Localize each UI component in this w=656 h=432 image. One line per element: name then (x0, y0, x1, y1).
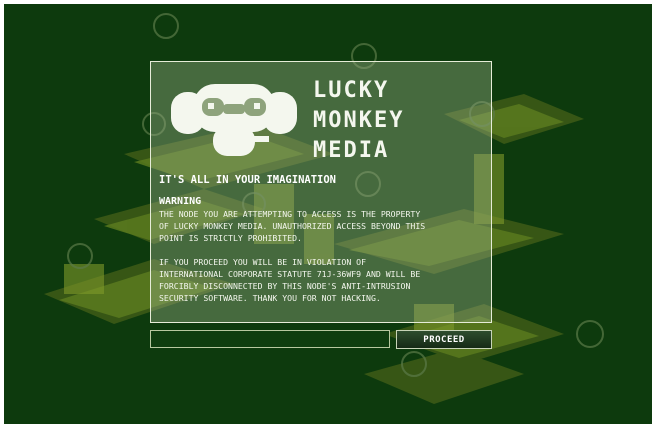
login-screen: LUCKY MONKEY MEDIA IT'S ALL IN YOUR IMAG… (4, 4, 652, 424)
logo-word-monkey: MONKEY (313, 108, 405, 133)
logo-word-lucky: LUCKY (313, 78, 390, 103)
warning-panel: LUCKY MONKEY MEDIA IT'S ALL IN YOUR IMAG… (150, 61, 492, 323)
warning-paragraph-2: IF YOU PROCEED YOU WILL BE IN VIOLATION … (159, 257, 421, 303)
access-input[interactable] (150, 330, 390, 348)
monkey-head-icon (171, 84, 297, 156)
proceed-button[interactable]: PROCEED (396, 330, 492, 349)
tagline: IT'S ALL IN YOUR IMAGINATION (159, 174, 337, 186)
warning-paragraph-1: THE NODE YOU ARE ATTEMPTING TO ACCESS IS… (159, 209, 426, 243)
warning-title: WARNING (159, 196, 202, 207)
logo-word-media: MEDIA (313, 138, 390, 163)
